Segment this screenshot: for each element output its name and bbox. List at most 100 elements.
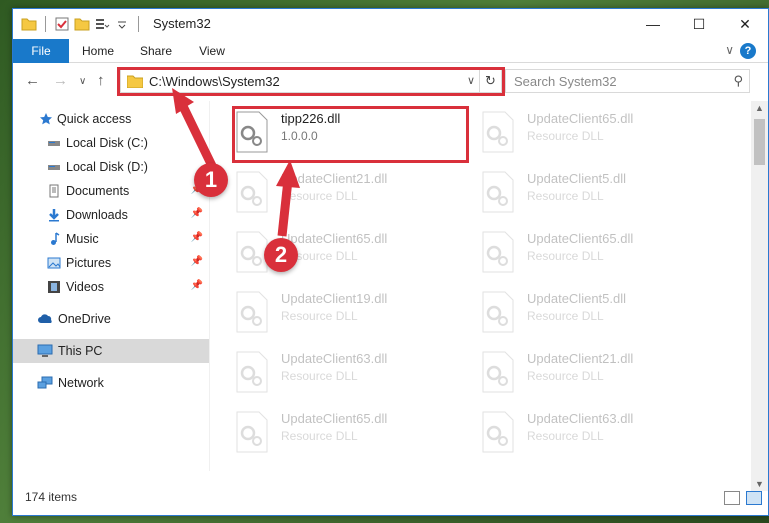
pin-icon[interactable]: 📌	[191, 256, 203, 267]
tab-home[interactable]: Home	[75, 39, 121, 63]
drive-icon	[48, 141, 60, 146]
scrollbar-thumb[interactable]	[754, 119, 765, 165]
file-item[interactable]: UpdateClient19.dll Resource DLL	[229, 285, 469, 341]
file-item[interactable]: UpdateClient65.dll Resource DLL	[229, 405, 469, 461]
back-icon[interactable]: ←	[25, 72, 40, 89]
pane-divider[interactable]	[209, 101, 210, 471]
details-view-icon[interactable]	[724, 491, 740, 505]
close-icon[interactable]: ✕	[722, 9, 768, 39]
pin-icon[interactable]: 📌	[191, 280, 203, 291]
title-bar: System32 — ☐ ✕	[13, 9, 768, 39]
file-item[interactable]: UpdateClient65.dll Resource DLL	[475, 105, 715, 161]
sidebar-item-pictures[interactable]: Pictures 📌	[13, 251, 209, 275]
forward-icon[interactable]: →	[53, 72, 68, 89]
dll-file-icon	[236, 351, 268, 393]
callout-badge-1: 1	[194, 163, 228, 197]
dll-file-icon	[236, 291, 268, 333]
sidebar-item-network[interactable]: Network	[13, 371, 209, 395]
vertical-scrollbar[interactable]: ▲ ▼	[751, 101, 768, 491]
dll-file-icon	[482, 231, 514, 273]
properties-icon[interactable]	[54, 16, 70, 32]
drive-icon	[48, 165, 60, 170]
navigation-bar: ← → ∨ ↑ C:\Windows\System32 ∨ ↻ Search S…	[13, 64, 768, 98]
expand-ribbon-icon[interactable]: ∨	[725, 43, 734, 57]
pin-icon[interactable]: 📌	[191, 232, 203, 243]
file-name: UpdateClient21.dll	[527, 351, 634, 366]
large-icons-view-icon[interactable]	[746, 491, 762, 505]
folder-icon[interactable]	[21, 16, 37, 32]
music-icon	[51, 232, 60, 245]
customize-icon[interactable]	[94, 16, 110, 32]
tab-file[interactable]: File	[13, 39, 69, 63]
help-icon[interactable]: ?	[740, 43, 756, 59]
pin-icon[interactable]: 📌	[191, 208, 203, 219]
file-type: Resource DLL	[527, 189, 604, 203]
maximize-icon[interactable]: ☐	[676, 9, 722, 39]
sidebar-item-this-pc[interactable]: This PC	[13, 339, 209, 363]
file-type: Resource DLL	[281, 189, 358, 203]
search-input[interactable]: Search System32 ⚲	[505, 69, 750, 93]
quick-access-toolbar	[21, 15, 143, 33]
file-name: UpdateClient5.dll	[527, 171, 627, 186]
sidebar-item-label: Music	[66, 232, 99, 246]
minimize-icon[interactable]: —	[630, 9, 676, 39]
file-name: UpdateClient65.dll	[527, 111, 634, 126]
sidebar-item-local-disk-d[interactable]: Local Disk (D:)	[13, 155, 209, 179]
file-item[interactable]: UpdateClient63.dll Resource DLL	[475, 405, 715, 461]
file-type: Resource DLL	[527, 249, 604, 263]
tab-view[interactable]: View	[189, 39, 235, 63]
sidebar-item-local-disk-c[interactable]: Local Disk (C:)	[13, 131, 209, 155]
file-type: Resource DLL	[281, 429, 358, 443]
sidebar-item-label: Videos	[66, 280, 104, 294]
downloads-icon	[49, 209, 59, 222]
file-highlight-box	[232, 106, 469, 163]
computer-icon	[37, 344, 53, 357]
file-name: UpdateClient63.dll	[527, 411, 634, 426]
recent-locations-icon[interactable]: ∨	[79, 76, 86, 87]
new-folder-icon[interactable]	[74, 16, 90, 32]
qat-dropdown-icon[interactable]	[114, 16, 130, 32]
file-name: UpdateClient63.dll	[281, 351, 388, 366]
title-separator	[138, 16, 139, 32]
window-controls: — ☐ ✕	[630, 9, 768, 39]
scroll-up-icon[interactable]: ▲	[755, 103, 764, 113]
sidebar-item-onedrive[interactable]: OneDrive	[13, 307, 209, 331]
sidebar-item-quick-access[interactable]: Quick access	[13, 107, 209, 131]
dll-file-icon	[482, 351, 514, 393]
sidebar-item-documents[interactable]: Documents 📌	[13, 179, 209, 203]
sidebar-item-label: This PC	[58, 344, 103, 358]
search-icon[interactable]: ⚲	[733, 73, 743, 89]
sidebar-item-music[interactable]: Music 📌	[13, 227, 209, 251]
file-name: UpdateClient65.dll	[527, 231, 634, 246]
network-icon	[37, 376, 53, 389]
file-type: Resource DLL	[527, 369, 604, 383]
sidebar-item-label: Quick access	[57, 112, 132, 126]
file-item[interactable]: UpdateClient5.dll Resource DLL	[475, 165, 715, 221]
sidebar-item-label: Local Disk (D:)	[66, 160, 148, 174]
file-name: UpdateClient19.dll	[281, 291, 388, 306]
ribbon-tabs: File Home Share View ∨ ?	[13, 39, 768, 63]
file-item[interactable]: UpdateClient21.dll Resource DLL	[229, 165, 469, 221]
tab-share[interactable]: Share	[133, 39, 179, 63]
file-type: Resource DLL	[527, 129, 604, 143]
sidebar-item-downloads[interactable]: Downloads 📌	[13, 203, 209, 227]
callout-badge-2: 2	[264, 238, 298, 272]
file-item[interactable]: UpdateClient21.dll Resource DLL	[475, 345, 715, 401]
star-icon	[40, 113, 52, 125]
file-type: Resource DLL	[527, 309, 604, 323]
view-switcher	[724, 491, 762, 505]
toolbar-separator	[45, 16, 46, 32]
sidebar-item-videos[interactable]: Videos 📌	[13, 275, 209, 299]
dll-file-icon	[236, 411, 268, 453]
file-item[interactable]: UpdateClient65.dll Resource DLL	[475, 225, 715, 281]
search-placeholder: Search System32	[514, 74, 617, 89]
file-type: Resource DLL	[527, 429, 604, 443]
dll-file-icon	[482, 111, 514, 153]
file-name: UpdateClient65.dll	[281, 231, 388, 246]
dll-file-icon	[482, 171, 514, 213]
address-highlight-box	[117, 67, 505, 96]
up-icon[interactable]: ↑	[97, 72, 105, 89]
file-item[interactable]: UpdateClient5.dll Resource DLL	[475, 285, 715, 341]
file-item[interactable]: UpdateClient63.dll Resource DLL	[229, 345, 469, 401]
sidebar-item-label: OneDrive	[58, 312, 111, 326]
